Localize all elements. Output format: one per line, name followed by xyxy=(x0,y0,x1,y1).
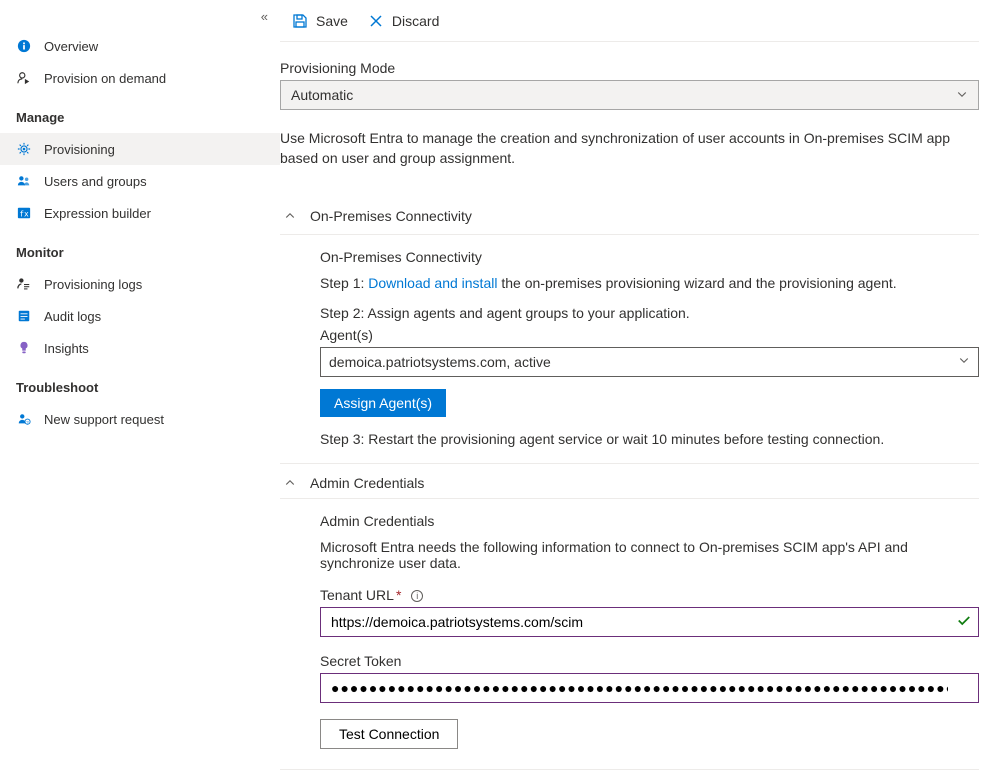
sidebar-item-label: Audit logs xyxy=(44,309,101,324)
close-icon xyxy=(368,13,384,29)
sidebar-item-provisioning[interactable]: Provisioning xyxy=(0,133,280,165)
info-icon[interactable]: i xyxy=(411,590,423,602)
provisioning-mode-label: Provisioning Mode xyxy=(280,60,979,76)
sidebar-item-label: Overview xyxy=(44,39,98,54)
sidebar-section-manage: Manage xyxy=(0,94,280,133)
download-install-link[interactable]: Download and install xyxy=(368,275,497,291)
agents-label: Agent(s) xyxy=(320,327,979,343)
chevron-up-icon xyxy=(280,210,300,222)
sidebar-item-provisioning-logs[interactable]: Provisioning logs xyxy=(0,268,280,300)
check-icon xyxy=(957,613,971,630)
secret-token-input[interactable] xyxy=(320,673,979,703)
sidebar-item-label: Expression builder xyxy=(44,206,151,221)
sidebar-item-expression-builder[interactable]: fx Expression builder xyxy=(0,197,280,229)
sidebar-item-overview[interactable]: Overview xyxy=(0,30,280,62)
support-icon: ? xyxy=(16,411,32,427)
save-button[interactable]: Save xyxy=(282,7,358,35)
panel-separator xyxy=(280,769,979,770)
sidebar-section-troubleshoot: Troubleshoot xyxy=(0,364,280,403)
provisioning-mode-description: Use Microsoft Entra to manage the creati… xyxy=(280,128,979,169)
sidebar-item-label: Provision on demand xyxy=(44,71,166,86)
toolbar: Save Discard xyxy=(280,0,979,42)
agents-select[interactable]: demoica.patriotsystems.com, active xyxy=(320,347,979,377)
braces-icon: fx xyxy=(16,205,32,221)
sidebar-item-label: Provisioning xyxy=(44,142,115,157)
sidebar-item-audit-logs[interactable]: Audit logs xyxy=(0,300,280,332)
provisioning-mode-select[interactable]: Automatic xyxy=(280,80,979,110)
chevron-down-icon xyxy=(958,354,970,369)
provisioning-mode-value: Automatic xyxy=(291,87,353,103)
log-icon xyxy=(16,308,32,324)
sidebar-item-label: Users and groups xyxy=(44,174,147,189)
discard-button[interactable]: Discard xyxy=(358,7,449,35)
admin-credentials-expander[interactable]: Admin Credentials xyxy=(280,463,979,499)
onprem-step1: Step 1: Download and install the on-prem… xyxy=(320,275,979,291)
save-icon xyxy=(292,13,308,29)
onprem-step3: Step 3: Restart the provisioning agent s… xyxy=(320,431,979,447)
svg-text:fx: fx xyxy=(19,210,29,219)
tenant-url-input[interactable] xyxy=(320,607,979,637)
tenant-url-label: Tenant URL* i xyxy=(320,587,979,603)
person-play-icon xyxy=(16,70,32,86)
sidebar: « Overview Provision on demand Manage Pr… xyxy=(0,0,280,779)
lightbulb-icon xyxy=(16,340,32,356)
creds-expander-title: Admin Credentials xyxy=(310,475,424,491)
test-connection-button[interactable]: Test Connection xyxy=(320,719,458,749)
tenant-url-label-text: Tenant URL xyxy=(320,587,394,603)
sidebar-item-provision-on-demand[interactable]: Provision on demand xyxy=(0,62,280,94)
sidebar-item-label: New support request xyxy=(44,412,164,427)
collapse-sidebar-icon[interactable]: « xyxy=(261,9,268,24)
onprem-step2: Step 2: Assign agents and agent groups t… xyxy=(320,305,979,321)
sidebar-item-label: Insights xyxy=(44,341,89,356)
creds-panel: Admin Credentials Microsoft Entra needs … xyxy=(280,499,979,749)
main-panel: Save Discard Provisioning Mode Automatic… xyxy=(280,0,999,779)
sidebar-item-insights[interactable]: Insights xyxy=(0,332,280,364)
required-asterisk: * xyxy=(396,587,401,603)
sidebar-item-new-support-request[interactable]: ? New support request xyxy=(0,403,280,435)
sidebar-section-monitor: Monitor xyxy=(0,229,280,268)
agents-value: demoica.patriotsystems.com, active xyxy=(329,354,551,370)
sidebar-item-label: Provisioning logs xyxy=(44,277,142,292)
onprem-panel: On-Premises Connectivity Step 1: Downloa… xyxy=(280,235,979,453)
gear-icon xyxy=(16,141,32,157)
step1-prefix: Step 1: xyxy=(320,275,368,291)
onprem-connectivity-expander[interactable]: On-Premises Connectivity xyxy=(280,199,979,235)
save-button-label: Save xyxy=(316,13,348,29)
assign-agents-button[interactable]: Assign Agent(s) xyxy=(320,389,446,417)
sidebar-item-users-groups[interactable]: Users and groups xyxy=(0,165,280,197)
discard-button-label: Discard xyxy=(392,13,439,29)
secret-token-label: Secret Token xyxy=(320,653,979,669)
chevron-down-icon xyxy=(956,87,968,103)
chevron-up-icon xyxy=(280,477,300,489)
creds-heading: Admin Credentials xyxy=(320,513,979,529)
users-icon xyxy=(16,173,32,189)
info-icon xyxy=(16,38,32,54)
person-log-icon xyxy=(16,276,32,292)
onprem-heading: On-Premises Connectivity xyxy=(320,249,979,265)
creds-description: Microsoft Entra needs the following info… xyxy=(320,539,979,571)
step1-suffix: the on-premises provisioning wizard and … xyxy=(497,275,896,291)
onprem-expander-title: On-Premises Connectivity xyxy=(310,208,472,224)
